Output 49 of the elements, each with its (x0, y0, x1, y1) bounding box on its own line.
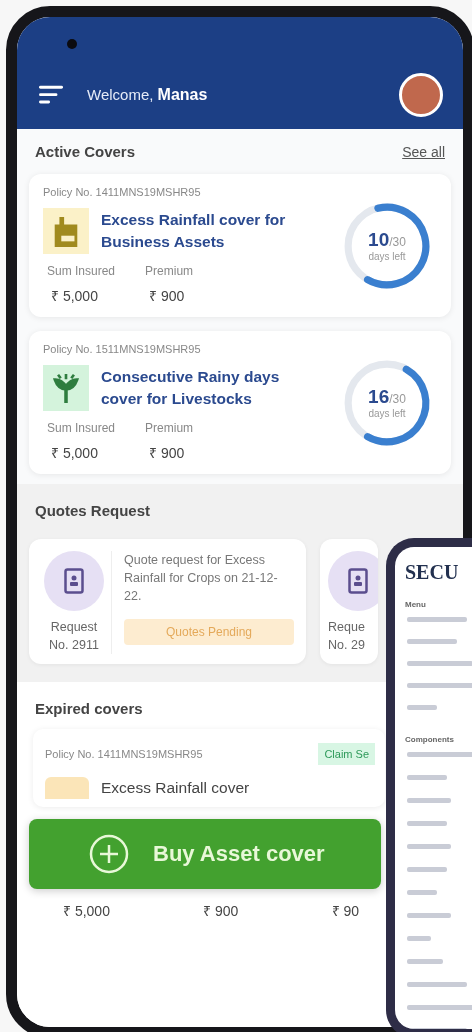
camera-icon (67, 39, 77, 49)
sum-insured-label: Sum Insured (47, 264, 116, 278)
cover-icon (45, 777, 89, 799)
welcome-text: Welcome, Manas (87, 86, 209, 104)
section-title: Expired covers (34, 700, 144, 717)
cover-title: Excess Rainfall cover (101, 778, 250, 799)
days-count: 16/30 (368, 386, 406, 408)
cover-value: ₹ 900 (202, 902, 239, 920)
section-title: Quotes Request (34, 502, 152, 519)
cover-title: Consecutive Rainy days cover for Livestocks (101, 367, 281, 409)
policy-number: Policy No. 1411MNS19MSHR95 (43, 186, 202, 198)
quote-card[interactable]: Reque No. 29 (320, 539, 378, 664)
sum-insured-value: ₹ 5,000 (50, 287, 99, 305)
see-all-link[interactable]: See all (402, 143, 445, 160)
cover-value: ₹ 90 (330, 902, 359, 920)
days-left-label: days left (368, 251, 406, 262)
cover-card[interactable]: Policy No. 1511MNS19MSHR95 Consecutive Rainy days cover for Livestocks Sum Insured ₹ 5,000 Premium ₹ 900 16/30 days left (29, 331, 451, 474)
policy-number: Policy No. 1511MNS19MSHR95 (43, 343, 202, 355)
sum-insured-label: Sum Insured (47, 421, 116, 435)
policy-number: Policy No. 1411MNS19MSHR95 (45, 748, 203, 760)
request-label: Reque (328, 619, 365, 636)
avatar[interactable] (399, 73, 443, 117)
sum-insured-value: ₹ 5,000 (50, 444, 99, 462)
menu-heading: Menu (405, 600, 427, 609)
claim-status-badge: Claim Se (318, 743, 375, 765)
menu-icon[interactable] (39, 85, 63, 105)
request-label: Request (50, 619, 98, 636)
plus-circle-icon (89, 834, 129, 874)
quote-description: Quote request for Excess Rainfall for Crops on 21-12-22. (124, 552, 279, 606)
cover-value: ₹ 5,000 (62, 902, 110, 920)
expired-cover-card[interactable]: Policy No. 1411MNS19MSHR95 Claim Se Excess Rainfall cover (33, 729, 385, 807)
document-icon (64, 568, 84, 594)
section-title: Active Covers (35, 143, 136, 160)
premium-label: Premium (145, 421, 194, 435)
quote-card[interactable]: Request No. 2911 Quote request for Excess Rainfall for Crops on 21-12-22. Quotes Pending (29, 539, 306, 664)
premium-label: Premium (145, 264, 194, 278)
livestock-icon (51, 372, 81, 404)
premium-value: ₹ 900 (148, 444, 186, 462)
premium-value: ₹ 900 (148, 287, 186, 305)
brand-logo: SECU (405, 561, 460, 584)
request-number: No. 29 (328, 636, 365, 654)
document-icon (348, 568, 368, 594)
days-count: 10/30 (368, 229, 406, 251)
days-left-label: days left (368, 408, 406, 419)
cover-title: Excess Rainfall cover for Business Assets (101, 210, 287, 252)
components-heading: Components (405, 735, 455, 744)
request-number: No. 2911 (49, 636, 99, 654)
status-badge: Quotes Pending (124, 619, 294, 646)
cover-card[interactable]: Policy No. 1411MNS19MSHR95 Excess Rainfall cover for Business Assets Sum Insured ₹ 5,000 Premium ₹ 900 10/30 days left (29, 174, 451, 317)
